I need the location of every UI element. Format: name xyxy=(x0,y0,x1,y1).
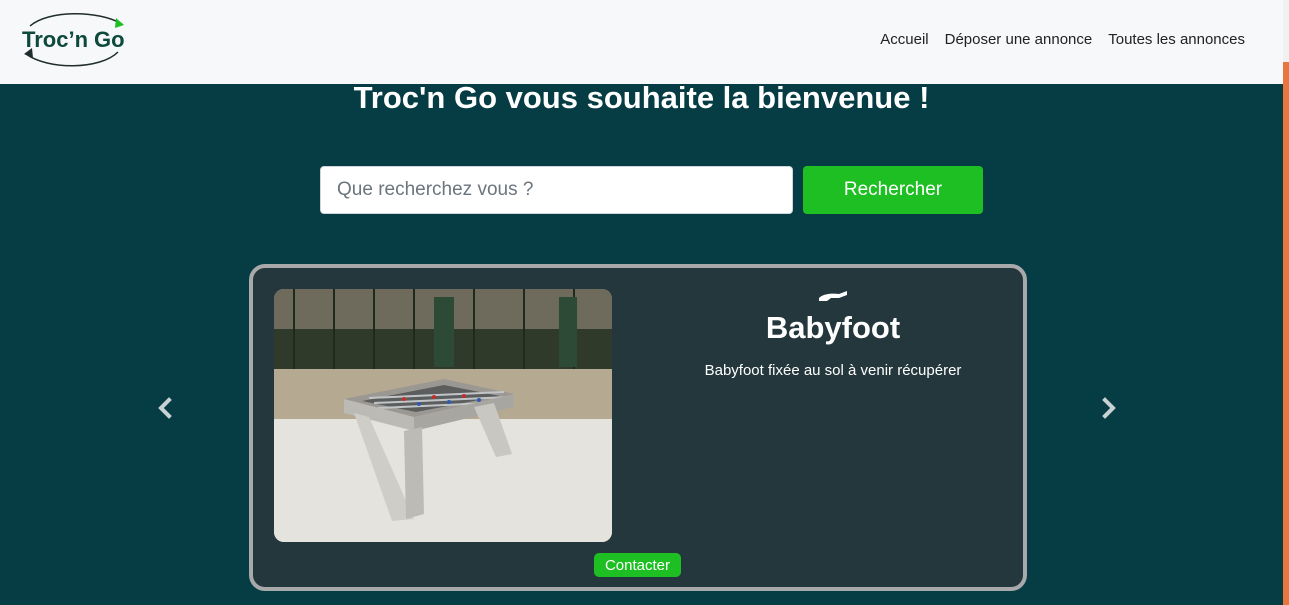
nav-link-deposer-annonce[interactable]: Déposer une annonce xyxy=(945,31,1093,48)
main-nav: Accueil Déposer une annonce Toutes les a… xyxy=(880,31,1245,48)
carousel-prev-button[interactable] xyxy=(150,393,180,423)
welcome-title: Troc'n Go vous souhaite la bienvenue ! xyxy=(353,80,930,115)
svg-text:Go: Go xyxy=(94,27,125,52)
search-input[interactable] xyxy=(320,166,793,214)
contact-button[interactable]: Contacter xyxy=(594,553,681,577)
chevron-right-icon xyxy=(1102,397,1116,419)
listing-card: Babyfoot Babyfoot fixée au sol à venir r… xyxy=(249,264,1027,591)
site-logo[interactable]: Troc’n Go xyxy=(18,10,130,70)
giving-hand-icon xyxy=(819,291,847,301)
listing-title: Babyfoot xyxy=(765,310,901,345)
navbar: Troc’n Go Accueil Déposer une annonce To… xyxy=(0,0,1283,84)
nav-link-accueil[interactable]: Accueil xyxy=(880,31,928,48)
search-button[interactable]: Rechercher xyxy=(803,166,983,214)
nav-link-toutes-annonces[interactable]: Toutes les annonces xyxy=(1108,31,1245,48)
listing-photo[interactable] xyxy=(274,289,612,542)
page-scrollbar[interactable] xyxy=(1283,0,1289,605)
listing-description: Babyfoot fixée au sol à venir récupérer xyxy=(704,362,962,379)
chevron-left-icon xyxy=(158,397,172,419)
scrollbar-thumb[interactable] xyxy=(1283,62,1289,605)
svg-text:Troc’n: Troc’n xyxy=(22,27,88,52)
carousel-next-button[interactable] xyxy=(1094,393,1124,423)
